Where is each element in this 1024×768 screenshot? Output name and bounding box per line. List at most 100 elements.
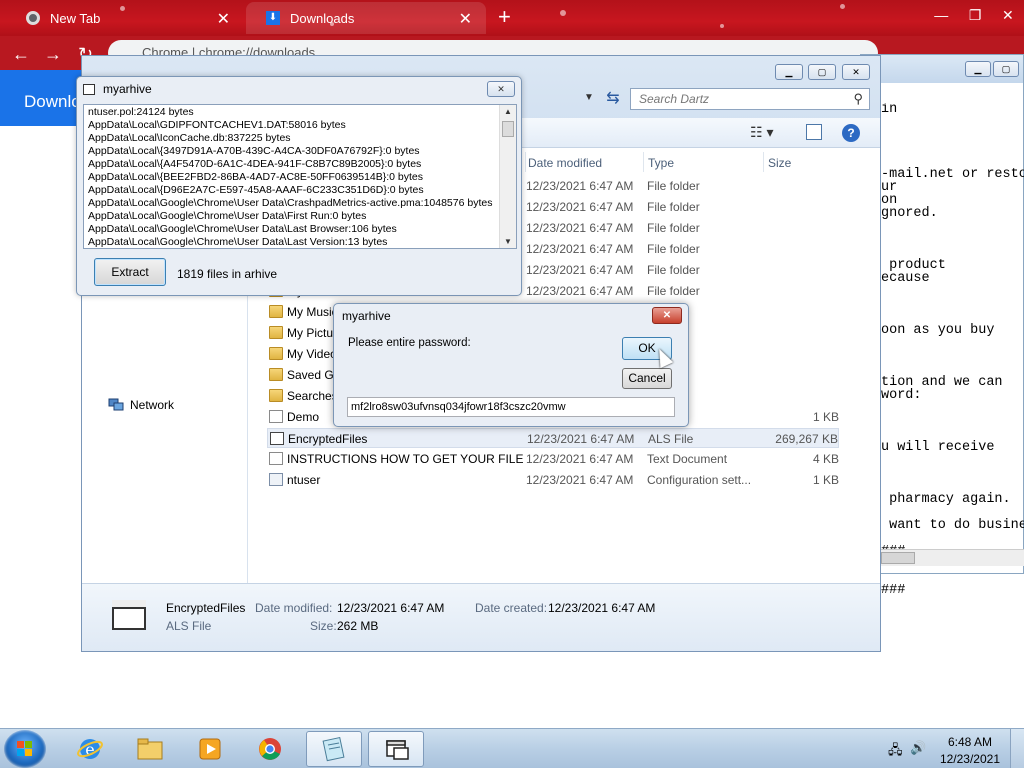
archive-entry[interactable]: AppData\Local\{BEE2FBD2-86BA-4AD7-AC8E-5… bbox=[88, 171, 498, 184]
tab-new-tab[interactable]: New Tab ✕ bbox=[6, 2, 244, 34]
archive-entry[interactable]: AppData\Local\GDIPFONTCACHEV1.DAT:58016 … bbox=[88, 119, 498, 132]
notepad-line: in bbox=[881, 103, 898, 117]
details-filetype: ALS File bbox=[166, 619, 212, 633]
taskbar-chrome[interactable] bbox=[242, 731, 298, 767]
close-button[interactable]: ✕ bbox=[652, 307, 682, 324]
taskbar: e 🖧 🔊 6:48 AM 12/23/2021 bbox=[0, 728, 1024, 768]
notepad-line: word: bbox=[881, 388, 922, 403]
archive-window: myarhive ✕ ntuser.pol:24124 bytes AppData… bbox=[76, 76, 522, 296]
archive-entry[interactable]: AppData\Local\{A4F5470D-6A1C-4DEA-941F-C… bbox=[88, 158, 498, 171]
notepad-line: -mail.net or resto bbox=[881, 167, 1024, 182]
details-size: 262 MB bbox=[337, 619, 379, 633]
minimize-icon[interactable]: ▁ bbox=[965, 61, 991, 77]
password-field[interactable] bbox=[347, 397, 675, 417]
network-icon bbox=[108, 398, 124, 412]
taskbar-media-player[interactable] bbox=[182, 731, 238, 767]
archive-entry[interactable]: ntuser.pol:24124 bytes bbox=[88, 106, 498, 119]
file-name: ntuser bbox=[287, 473, 321, 487]
details-date-modified-label: Date modified: bbox=[255, 601, 333, 615]
refresh-icon[interactable]: ⇆ bbox=[600, 88, 626, 110]
file-row[interactable]: EncryptedFiles 12/23/2021 6:47 AM ALS File… bbox=[267, 428, 839, 448]
vertical-scrollbar[interactable]: ▲ ▼ bbox=[499, 105, 516, 248]
file-type: File folder bbox=[647, 263, 700, 277]
file-row[interactable]: ntuser 12/23/2021 6:47 AM Configuration se… bbox=[267, 470, 839, 490]
horizontal-scrollbar[interactable] bbox=[881, 549, 1024, 566]
search-input[interactable]: Search Dartz ⚲ bbox=[630, 88, 870, 110]
maximize-icon[interactable]: ▢ bbox=[993, 61, 1019, 77]
file-type: File folder bbox=[647, 221, 700, 235]
start-button[interactable] bbox=[4, 730, 46, 768]
taskbar-internet-explorer[interactable]: e bbox=[62, 731, 118, 767]
scroll-down-icon[interactable]: ▼ bbox=[504, 237, 512, 246]
archive-entry[interactable]: AppData\Local\{D96E2A7C-E597-45A8-AAAF-6… bbox=[88, 184, 498, 197]
search-icon[interactable]: ⚲ bbox=[853, 91, 863, 107]
archive-entry[interactable]: AppData\Local\Google\Chrome\User Data\La… bbox=[88, 236, 498, 248]
extract-button[interactable]: Extract bbox=[94, 258, 166, 286]
column-size[interactable]: Size bbox=[768, 156, 791, 170]
scroll-thumb[interactable] bbox=[881, 552, 915, 564]
file-date-modified: 12/23/2021 6:47 AM bbox=[526, 221, 634, 235]
forward-icon[interactable]: → bbox=[44, 44, 62, 65]
archive-entry[interactable]: AppData\Local\Google\Chrome\User Data\Cr… bbox=[88, 197, 498, 210]
close-icon[interactable]: ✕ bbox=[217, 9, 230, 29]
notepad-line bbox=[881, 220, 1024, 233]
file-row[interactable]: INSTRUCTIONS HOW TO GET YOUR FILE... 12/2… bbox=[267, 449, 839, 469]
notepad-line bbox=[881, 415, 1024, 428]
taskbar-myarhive[interactable] bbox=[368, 731, 424, 767]
archive-file-list[interactable]: ntuser.pol:24124 bytes AppData\Local\GDIP… bbox=[83, 104, 517, 249]
archive-entry[interactable]: AppData\Local\{3497D91A-A70B-439C-A4CA-3… bbox=[88, 145, 498, 158]
show-desktop-button[interactable] bbox=[1010, 729, 1024, 768]
maximize-icon[interactable]: ▢ bbox=[808, 64, 836, 80]
scroll-thumb[interactable] bbox=[502, 121, 514, 137]
file-date-modified: 12/23/2021 6:47 AM bbox=[526, 200, 634, 214]
minimize-icon[interactable]: ▁ bbox=[775, 64, 803, 80]
file-date-modified: 12/23/2021 6:47 AM bbox=[526, 179, 634, 193]
nav-item-network[interactable]: Network bbox=[108, 398, 174, 412]
file-date-modified: 12/23/2021 6:47 AM bbox=[527, 432, 635, 446]
clock-date[interactable]: 12/23/2021 bbox=[940, 752, 1000, 766]
close-icon[interactable]: ✕ bbox=[842, 64, 870, 80]
clock-time[interactable]: 6:48 AM bbox=[948, 735, 992, 749]
details-filename: EncryptedFiles bbox=[166, 601, 246, 615]
close-button[interactable]: ✕ bbox=[487, 81, 515, 97]
notepad-line bbox=[881, 350, 1024, 363]
notepad-line bbox=[881, 233, 1024, 246]
chevron-down-icon[interactable]: ▼ bbox=[584, 92, 594, 103]
file-size: 1 KB bbox=[812, 410, 839, 424]
password-dialog: myarhive ✕ Please entire password: OK Ca… bbox=[333, 303, 689, 427]
network-tray-icon[interactable]: 🖧 bbox=[888, 741, 903, 763]
notepad-line bbox=[881, 467, 1024, 480]
taskbar-windows-explorer[interactable] bbox=[122, 731, 178, 767]
notepad-line bbox=[881, 285, 1024, 298]
new-tab-button[interactable]: + bbox=[498, 4, 511, 30]
archive-entry[interactable]: AppData\Local\Google\Chrome\User Data\La… bbox=[88, 223, 498, 236]
nav-item-label: Network bbox=[130, 398, 175, 412]
file-name: INSTRUCTIONS HOW TO GET YOUR FILE... bbox=[287, 452, 523, 466]
help-icon[interactable]: ? bbox=[842, 124, 860, 142]
search-placeholder: Search Dartz bbox=[639, 92, 710, 106]
als-file-icon bbox=[270, 432, 284, 445]
cancel-button[interactable]: Cancel bbox=[622, 368, 672, 389]
notepad-line: u will receive bbox=[881, 440, 995, 455]
system-tray: 🖧 🔊 6:48 AM 12/23/2021 bbox=[874, 729, 1024, 768]
minimize-icon[interactable]: — bbox=[934, 7, 948, 23]
archive-entry[interactable]: AppData\Local\IconCache.db:837225 bytes bbox=[88, 132, 498, 145]
volume-icon[interactable]: 🔊 bbox=[910, 740, 926, 756]
change-view-icon[interactable]: ☷ ▾ bbox=[750, 124, 773, 141]
dialog-title: myarhive bbox=[342, 309, 391, 323]
scroll-up-icon[interactable]: ▲ bbox=[504, 107, 512, 116]
folder-icon bbox=[137, 738, 163, 760]
back-icon[interactable]: ← bbox=[12, 44, 30, 65]
taskbar-notepad[interactable] bbox=[306, 731, 362, 767]
file-date-modified: 12/23/2021 6:47 AM bbox=[526, 242, 634, 256]
file-count-label: 1819 files in arhive bbox=[177, 267, 278, 281]
notepad-text-area[interactable]: in -mail.net or resto ur on gnored. product e… bbox=[881, 103, 1024, 597]
restore-icon[interactable]: ❐ bbox=[969, 7, 982, 24]
column-date-modified[interactable]: Date modified bbox=[528, 156, 602, 170]
close-icon[interactable]: ✕ bbox=[1002, 7, 1014, 24]
close-icon[interactable]: ✕ bbox=[459, 9, 472, 29]
column-type[interactable]: Type bbox=[648, 156, 674, 170]
preview-pane-icon[interactable] bbox=[806, 124, 822, 140]
archive-entry[interactable]: AppData\Local\Google\Chrome\User Data\Fi… bbox=[88, 210, 498, 223]
tab-downloads[interactable]: ⬇ Downloads ✕ bbox=[246, 2, 486, 34]
